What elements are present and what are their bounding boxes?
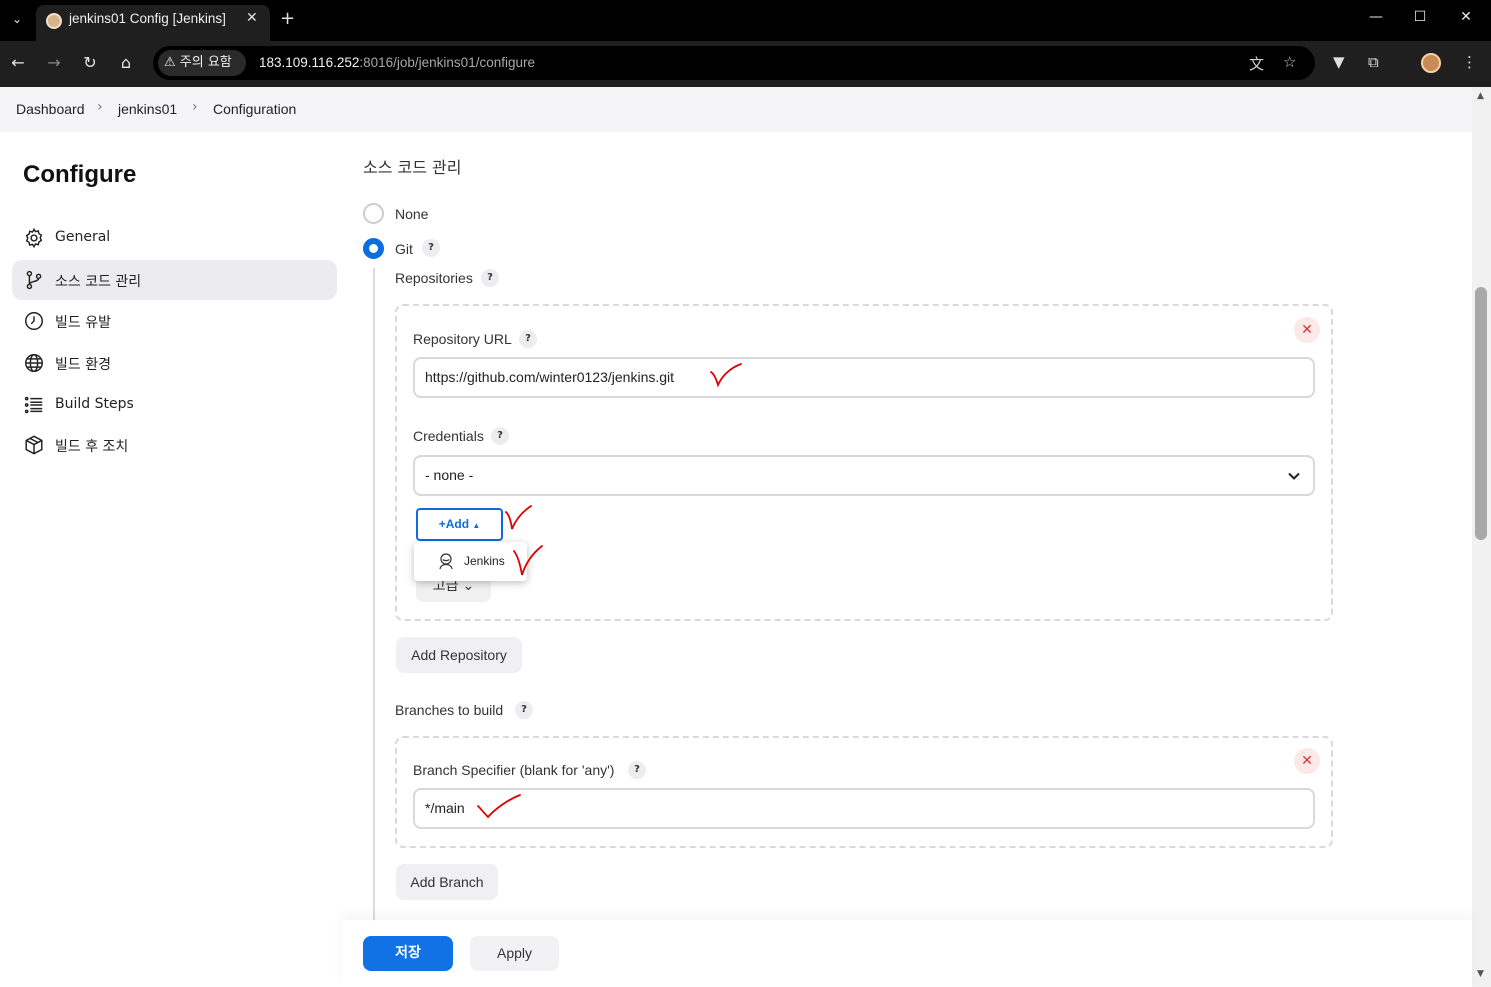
breadcrumb-dashboard[interactable]: Dashboard	[16, 101, 85, 117]
reload-icon[interactable]: ↻	[80, 53, 100, 73]
repositories-help-icon[interactable]: ?	[481, 269, 499, 287]
git-help-icon[interactable]: ?	[422, 239, 440, 257]
chevron-right-icon: ›	[97, 99, 103, 115]
extension-vpn-icon[interactable]: ▼	[1333, 53, 1345, 71]
address-bar[interactable]: ⚠ 주의 요함 183.109.116.252:8016/job/jenkins…	[153, 46, 1315, 80]
radio-git[interactable]	[363, 238, 384, 259]
profile-avatar[interactable]	[1421, 53, 1441, 73]
scroll-up-arrow-icon[interactable]: ▲	[1477, 91, 1484, 101]
sidebar-item-label: 빌드 유발	[55, 315, 111, 331]
annotation-checkmark-icon	[710, 363, 742, 388]
package-icon	[25, 435, 43, 455]
maximize-icon[interactable]: ☐	[1410, 9, 1430, 25]
annotation-checkmark-icon	[513, 545, 543, 576]
repository-url-label: Repository URL	[413, 331, 512, 347]
tab-search-icon[interactable]: ⌄	[8, 10, 26, 28]
credentials-help-icon[interactable]: ?	[491, 427, 509, 445]
minimize-icon[interactable]: —	[1366, 9, 1386, 25]
sidebar-item-build-environment[interactable]: 빌드 환경	[12, 343, 337, 383]
security-warning-chip[interactable]: ⚠ 주의 요함	[158, 50, 246, 76]
remove-repository-icon[interactable]: ✕	[1294, 317, 1320, 343]
radio-none-label[interactable]: None	[395, 206, 428, 222]
add-repository-button[interactable]: Add Repository	[396, 637, 522, 673]
page-scrollbar[interactable]: ▲ ▼	[1472, 87, 1491, 987]
clock-icon	[25, 312, 43, 330]
caret-up-icon: ▲	[472, 521, 481, 530]
sidebar-item-label: Build Steps	[55, 396, 134, 412]
annotation-checkmark-icon	[477, 794, 521, 819]
extensions-puzzle-icon[interactable]: ⧉	[1368, 53, 1379, 71]
list-icon	[24, 396, 43, 414]
apply-button[interactable]: Apply	[470, 936, 559, 971]
home-icon[interactable]: ⌂	[116, 53, 136, 73]
sidebar-item-build-triggers[interactable]: 빌드 유발	[12, 301, 337, 341]
branch-specifier-input[interactable]: */main	[413, 788, 1315, 829]
credentials-label: Credentials	[413, 428, 484, 444]
git-branch-icon	[26, 270, 42, 290]
scroll-thumb[interactable]	[1475, 287, 1487, 540]
sidebar-item-label: 빌드 후 조치	[55, 439, 129, 455]
globe-icon	[25, 354, 43, 372]
credentials-select-value: - none -	[425, 467, 474, 483]
sidebar-item-post-build[interactable]: 빌드 후 조치	[12, 425, 337, 465]
gear-icon	[25, 227, 43, 249]
branch-specifier-help-icon[interactable]: ?	[628, 761, 646, 779]
repositories-label: Repositories	[395, 270, 473, 286]
sidebar-item-label: General	[55, 229, 111, 245]
bookmark-star-icon[interactable]: ☆	[1283, 53, 1296, 71]
chevron-right-icon: ›	[192, 99, 198, 115]
browser-tab[interactable]: jenkins01 Config [Jenkins] ✕	[36, 5, 270, 41]
forward-icon[interactable]: →	[44, 53, 64, 73]
menu-item-jenkins[interactable]: Jenkins	[464, 554, 505, 568]
sidebar-item-general[interactable]: General	[12, 218, 337, 258]
jenkins-butler-icon	[439, 553, 453, 570]
sidebar-item-scm[interactable]: 소스 코드 관리	[12, 260, 337, 300]
sidebar-item-build-steps[interactable]: Build Steps	[12, 385, 337, 425]
section-title: 소스 코드 관리	[363, 158, 462, 177]
plus-icon: +	[438, 517, 446, 531]
browser-tab-bar: ⌄ jenkins01 Config [Jenkins] ✕ + — ☐ ✕	[0, 0, 1491, 41]
sidebar-item-label: 빌드 환경	[55, 357, 111, 373]
chevron-down-icon	[1288, 472, 1300, 480]
breadcrumb-job[interactable]: jenkins01	[118, 101, 177, 117]
credentials-select[interactable]: - none -	[413, 455, 1315, 496]
browser-menu-icon[interactable]: ⋮	[1462, 53, 1477, 71]
browser-toolbar: ← → ↻ ⌂ ⚠ 주의 요함 183.109.116.252:8016/job…	[0, 41, 1491, 87]
scroll-down-arrow-icon[interactable]: ▼	[1477, 969, 1484, 979]
new-tab-icon[interactable]: +	[280, 8, 295, 29]
translate-icon[interactable]: ⽂	[1249, 53, 1264, 74]
url-host: 183.109.116.252	[259, 55, 360, 70]
breadcrumb: Dashboard › jenkins01 › Configuration	[0, 87, 1472, 132]
branch-specifier-label: Branch Specifier (blank for 'any')	[413, 762, 615, 778]
annotation-checkmark-icon	[505, 505, 532, 530]
url-path: :8016/job/jenkins01/configure	[359, 55, 535, 70]
tab-close-icon[interactable]: ✕	[246, 10, 258, 26]
window-close-icon[interactable]: ✕	[1456, 9, 1476, 25]
repository-url-input[interactable]: https://github.com/winter0123/jenkins.gi…	[413, 357, 1315, 398]
repository-url-help-icon[interactable]: ?	[519, 330, 537, 348]
radio-git-label[interactable]: Git	[395, 241, 413, 257]
breadcrumb-configuration[interactable]: Configuration	[213, 101, 296, 117]
radio-none[interactable]	[363, 203, 384, 224]
branches-help-icon[interactable]: ?	[515, 701, 533, 719]
back-icon[interactable]: ←	[8, 53, 28, 73]
add-credentials-button[interactable]: +Add ▲	[416, 508, 503, 541]
remove-branch-icon[interactable]: ✕	[1294, 748, 1320, 774]
save-button[interactable]: 저장	[363, 936, 453, 971]
branches-to-build-label: Branches to build	[395, 702, 504, 718]
url-text[interactable]: 183.109.116.252:8016/job/jenkins01/confi…	[259, 55, 535, 70]
add-branch-button[interactable]: Add Branch	[396, 864, 498, 900]
git-section-divider	[373, 268, 375, 928]
tab-title: jenkins01 Config [Jenkins]	[69, 11, 226, 26]
add-button-label: Add	[445, 517, 470, 531]
sidebar-item-label: 소스 코드 관리	[55, 274, 142, 290]
jenkins-favicon-icon	[46, 13, 62, 29]
sidebar-title: Configure	[23, 161, 137, 188]
